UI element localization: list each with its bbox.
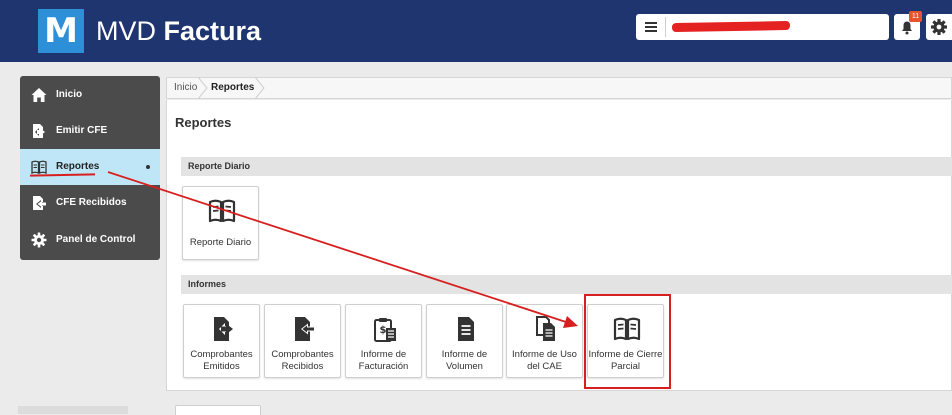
tile-informe-uso-cae[interactable]: Informe de Uso del CAE	[506, 304, 583, 378]
active-indicator-dot	[146, 165, 150, 169]
tile-label: Informe de Facturación	[358, 349, 409, 372]
app-brand: MVD Factura	[96, 14, 261, 48]
document-lines-icon	[458, 317, 474, 341]
section-header-informes: Informes	[181, 275, 952, 294]
tile-label: Reporte Diario	[189, 237, 252, 248]
sidebar-item-reportes[interactable]: Reportes	[20, 149, 160, 185]
section-title: Reporte Diario	[188, 161, 251, 171]
breadcrumb-separator-icon	[197, 77, 208, 99]
open-book-icon	[31, 160, 47, 175]
sidebar-nav: Inicio Emitir CFE Reportes CFE Recibidos	[20, 76, 160, 260]
breadcrumb-separator-icon	[254, 77, 265, 99]
sidebar-item-cfe-recibidos[interactable]: CFE Recibidos	[20, 185, 160, 221]
invoice-clipboard-icon: $	[374, 318, 396, 342]
tile-informe-volumen[interactable]: Informe de Volumen	[426, 304, 503, 378]
page-title: Reportes	[175, 115, 232, 130]
section-header-reporte-diario: Reporte Diario	[181, 157, 952, 176]
tile-informe-facturacion[interactable]: $ Informe de Facturación	[345, 304, 422, 378]
breadcrumb-current: Reportes	[211, 82, 255, 93]
tile-label: Informe de Uso del CAE	[512, 349, 577, 372]
sidebar-item-inicio[interactable]: Inicio	[20, 77, 160, 113]
sidebar-item-emitir-cfe[interactable]: Emitir CFE	[20, 113, 160, 149]
document-send-icon	[33, 124, 45, 138]
annotation-highlight-box	[584, 294, 671, 389]
document-receive-icon	[295, 317, 315, 341]
user-company-selector[interactable]	[636, 14, 889, 40]
redacted-user-name	[672, 20, 790, 33]
brand-name-bold: Factura	[163, 16, 262, 46]
sidebar-item-label: Reportes	[56, 161, 100, 172]
document-receive-icon	[33, 196, 46, 210]
sidebar-item-panel-de-control[interactable]: Panel de Control	[20, 222, 160, 258]
tile-comprobantes-emitidos[interactable]: Comprobantes Emitidos	[183, 304, 260, 378]
document-send-icon	[214, 317, 233, 341]
section-title: Informes	[188, 279, 227, 289]
sidebar-item-label: Panel de Control	[56, 234, 136, 245]
breadcrumb: Inicio Reportes	[166, 77, 952, 99]
app-logo[interactable]: M	[38, 9, 84, 53]
sidebar-item-label: Emitir CFE	[56, 125, 108, 136]
tile-reporte-diario[interactable]: Reporte Diario	[182, 186, 259, 260]
notification-count-badge: 11	[909, 11, 922, 22]
home-icon	[31, 88, 47, 102]
tile-label: Comprobantes Emitidos	[190, 349, 253, 372]
tile-comprobantes-recibidos[interactable]: Comprobantes Recibidos	[264, 304, 341, 378]
breadcrumb-home-link[interactable]: Inicio	[174, 82, 197, 94]
sidebar-item-label: Inicio	[56, 89, 83, 100]
footer-button[interactable]	[175, 405, 261, 415]
brand-name-light: MVD	[96, 16, 164, 46]
divider	[665, 17, 666, 37]
open-book-icon	[208, 199, 236, 223]
hamburger-menu-icon[interactable]	[640, 17, 662, 37]
footer-text	[18, 406, 128, 414]
gear-icon	[31, 232, 47, 248]
tile-label: Informe de Volumen	[441, 349, 488, 372]
sidebar-item-label: CFE Recibidos	[56, 197, 127, 208]
svg-text:$: $	[380, 325, 387, 336]
gear-icon	[931, 19, 947, 35]
tile-label: Comprobantes Recibidos	[271, 349, 334, 372]
documents-copy-icon	[536, 316, 555, 341]
settings-button[interactable]	[926, 14, 952, 40]
